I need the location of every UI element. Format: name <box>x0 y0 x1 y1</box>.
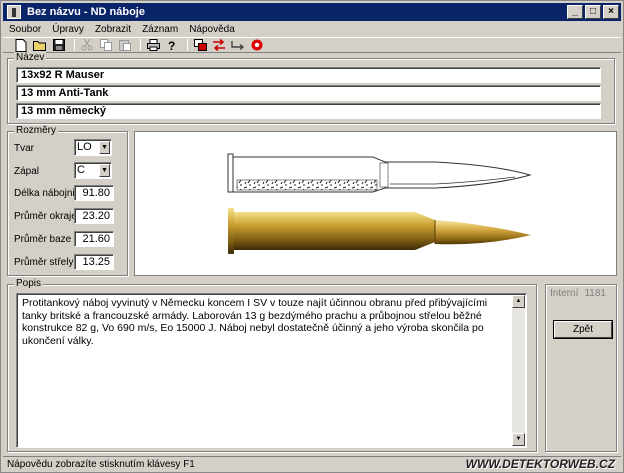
internal-label: Interní <box>550 288 579 299</box>
title-bar[interactable]: Bez názvu - ND náboje _ □ × <box>3 3 621 21</box>
toolbar-separator <box>187 39 188 51</box>
bullet-diameter-label: Průměr střely <box>14 257 74 268</box>
link-icon[interactable] <box>230 38 246 52</box>
description-textarea[interactable]: Protitankový náboj vyvinutý v Německu ko… <box>16 293 527 448</box>
chevron-down-icon[interactable]: ▼ <box>99 141 110 154</box>
menu-zobrazit[interactable]: Zobrazit <box>95 24 131 35</box>
description-text: Protitankový náboj vyvinutý v Německu ko… <box>22 297 488 347</box>
names-group: Název 13x92 R Mauser 13 mm Anti-Tank 13 … <box>7 52 615 124</box>
case-length-field[interactable]: 91.80 <box>74 185 114 201</box>
zapal-label: Zápal <box>14 166 40 177</box>
toolbar-separator <box>140 39 141 51</box>
rim-diameter-field[interactable]: 23.20 <box>74 208 114 224</box>
base-diameter-field[interactable]: 21.60 <box>74 231 114 247</box>
dimensions-group: Rozměry Tvar LO ▼ Zápal C ▼ Délka nábojn… <box>7 125 128 276</box>
window-title: Bez názvu - ND náboje <box>27 6 145 18</box>
menu-bar: Soubor Úpravy Zobrazit Záznam Nápověda <box>3 21 621 37</box>
description-legend: Popis <box>14 278 44 289</box>
menu-upravy[interactable]: Úpravy <box>52 24 84 35</box>
names-legend: Název <box>14 52 47 63</box>
base-diameter-label: Průměr baze <box>14 234 72 245</box>
description-group: Popis Protitankový náboj vyvinutý v Něme… <box>7 278 537 452</box>
svg-text:?: ? <box>168 39 175 52</box>
scroll-up-icon[interactable]: ▲ <box>512 295 525 308</box>
zapal-value: C <box>77 164 85 176</box>
rim-diameter-label: Průměr okraje <box>14 211 77 222</box>
scroll-down-icon[interactable]: ▼ <box>512 433 525 446</box>
dimensions-legend: Rozměry <box>14 125 59 136</box>
toolbar-separator <box>74 39 75 51</box>
swap-icon[interactable] <box>211 38 227 52</box>
cartridge-image <box>134 131 617 276</box>
tvar-value: LO <box>77 141 92 153</box>
chevron-down-icon[interactable]: ▼ <box>99 164 110 177</box>
menu-zaznam[interactable]: Záznam <box>142 24 178 35</box>
close-button[interactable]: × <box>603 5 619 19</box>
back-button[interactable]: Zpět <box>554 321 612 338</box>
name-field-1[interactable]: 13x92 R Mauser <box>16 67 601 83</box>
minimize-button[interactable]: _ <box>567 5 583 19</box>
stop-icon[interactable] <box>249 38 265 52</box>
cartridge-drawing <box>227 153 532 193</box>
save-icon[interactable] <box>51 38 67 52</box>
description-scrollbar[interactable]: ▲ ▼ <box>512 295 525 446</box>
maximize-button[interactable]: □ <box>585 5 601 19</box>
cartridge-photo <box>228 208 531 254</box>
print-icon[interactable] <box>145 38 161 52</box>
side-panel: Interní 1181 Zpět <box>545 284 617 452</box>
copy-icon[interactable] <box>98 38 114 52</box>
name-field-3[interactable]: 13 mm německý <box>16 103 601 119</box>
toolbar: ? <box>3 37 621 53</box>
window-icon[interactable] <box>192 38 208 52</box>
new-icon[interactable] <box>13 38 29 52</box>
window-controls: _ □ × <box>567 5 619 19</box>
app-icon <box>7 5 21 19</box>
paste-icon[interactable] <box>117 38 133 52</box>
tvar-select[interactable]: LO ▼ <box>74 139 112 156</box>
zapal-select[interactable]: C ▼ <box>74 162 112 179</box>
bullet-diameter-field[interactable]: 13.25 <box>74 254 114 270</box>
menu-napoveda[interactable]: Nápověda <box>189 24 235 35</box>
internal-value: 1181 <box>584 288 606 299</box>
watermark: WWW.DETEKTORWEB.CZ <box>465 457 615 471</box>
help-icon[interactable]: ? <box>164 38 180 52</box>
status-text: Nápovědu zobrazíte stisknutím klávesy F1 <box>7 459 195 470</box>
main-window: Bez názvu - ND náboje _ □ × Soubor Úprav… <box>0 0 624 473</box>
tvar-label: Tvar <box>14 143 34 154</box>
open-icon[interactable] <box>32 38 48 52</box>
name-field-2[interactable]: 13 mm Anti-Tank <box>16 85 601 101</box>
cut-icon[interactable] <box>79 38 95 52</box>
menu-soubor[interactable]: Soubor <box>9 24 41 35</box>
